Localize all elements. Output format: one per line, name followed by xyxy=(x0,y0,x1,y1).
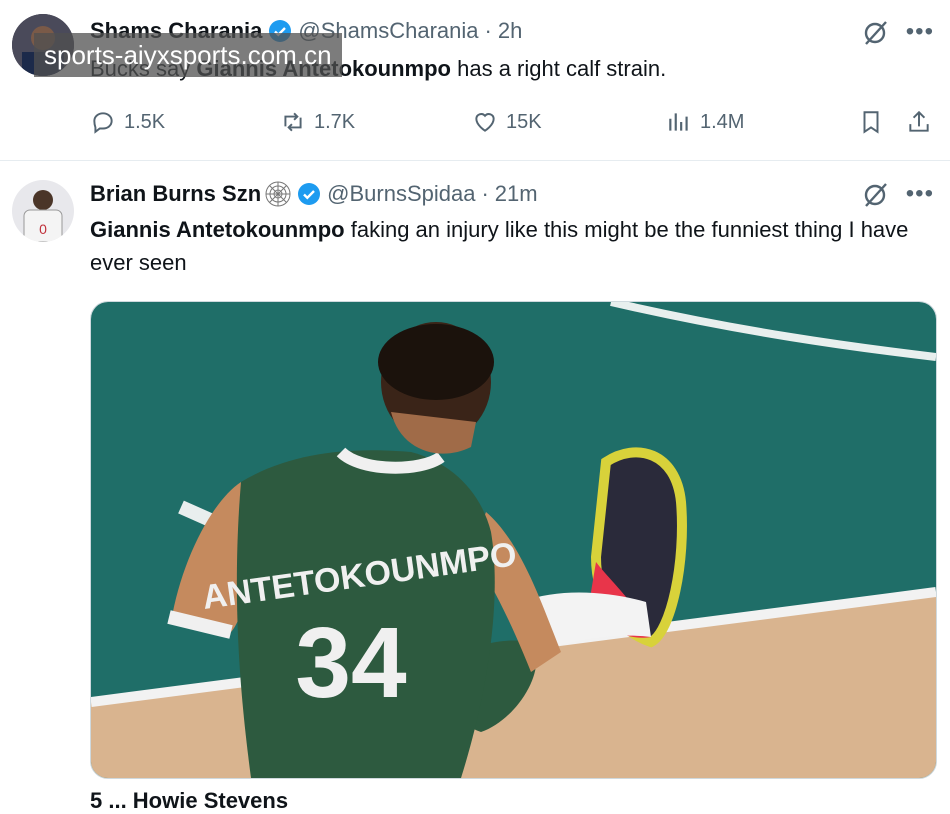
author-handle[interactable]: @BurnsSpidaa xyxy=(327,181,475,207)
tweet-header: Brian Burns Szn @BurnsSpidaa · 21m xyxy=(90,177,538,211)
separator-dot: · xyxy=(481,181,489,206)
tweet-text: Giannis Antetokounmpo faking an injury l… xyxy=(90,213,920,279)
svg-text:0: 0 xyxy=(39,221,47,237)
timestamp[interactable]: 21m xyxy=(495,181,538,207)
tweet-media-image[interactable]: ANTETOKOUNMPO 34 xyxy=(90,301,937,779)
avatar-burns[interactable]: 0 xyxy=(12,180,74,242)
tweet-text-bold[interactable]: Giannis Antetokounmpo xyxy=(90,217,345,242)
jersey-number: 34 xyxy=(295,607,407,719)
author-name[interactable]: Brian Burns Szn xyxy=(90,181,261,207)
more-icon[interactable]: ••• xyxy=(906,180,934,208)
next-tweet-partial: 5 ... Howie Stevens xyxy=(90,788,289,813)
cobweb-icon xyxy=(265,181,291,207)
verified-icon xyxy=(297,182,321,206)
grok-icon[interactable] xyxy=(862,180,890,208)
